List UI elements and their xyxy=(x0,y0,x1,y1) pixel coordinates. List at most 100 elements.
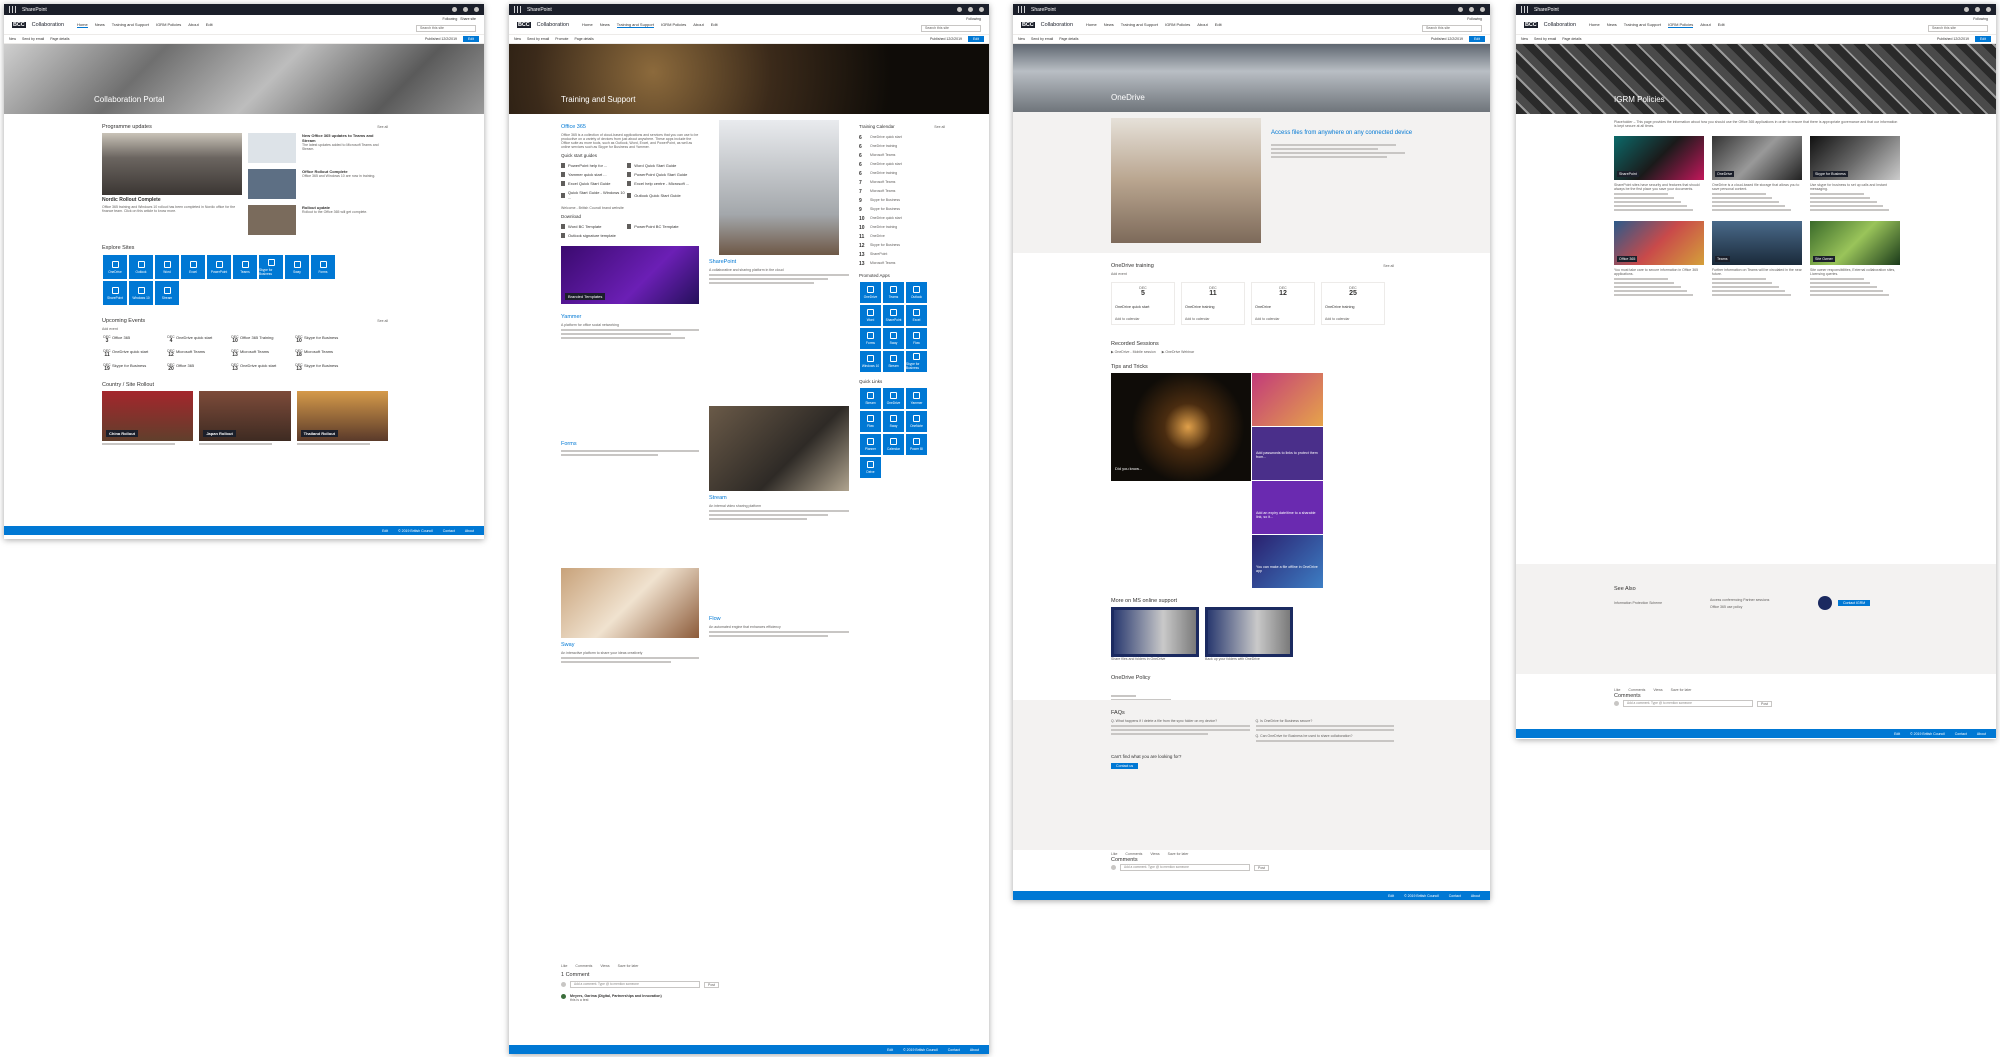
send-email-button[interactable]: Send by email xyxy=(527,37,549,41)
tile-onedrive[interactable]: OneDrive xyxy=(103,255,127,279)
event-item[interactable]: DEC 18 Microsoft Teams xyxy=(294,349,354,358)
edit-button[interactable]: Edit xyxy=(1468,36,1485,42)
doc-link[interactable]: Excel help centre - Microsoft ... xyxy=(627,181,693,186)
page-details-button[interactable]: Page details xyxy=(1562,37,1581,41)
footer-about[interactable]: About xyxy=(465,529,474,533)
contact-us-button[interactable]: Contact us xyxy=(1111,763,1139,769)
tile-word[interactable]: Word xyxy=(155,255,179,279)
faq-question[interactable]: Q. What happens if I delete a file from … xyxy=(1111,719,1250,723)
policy-card[interactable]: Office 365 You must take care to secure i… xyxy=(1614,221,1704,298)
avatar[interactable] xyxy=(474,7,479,12)
app-tile[interactable]: Outlook xyxy=(906,282,927,303)
app-tile[interactable]: Delve xyxy=(860,457,881,478)
comment-input[interactable]: Add a comment. Type @ to mention someone xyxy=(1623,700,1753,707)
app-tile[interactable]: Sway xyxy=(883,411,904,432)
tile-skype[interactable]: Skype for Business xyxy=(259,255,283,279)
app-tile[interactable]: Word xyxy=(860,305,881,326)
avatar[interactable] xyxy=(1986,7,1991,12)
app-tile[interactable]: Windows 10 xyxy=(860,351,881,372)
app-launcher-icon[interactable] xyxy=(1018,6,1025,13)
faq-question[interactable]: Q. Is OneDrive for Business secure? xyxy=(1256,719,1395,723)
footer-about[interactable]: About xyxy=(1977,732,1986,736)
add-event-button[interactable]: Add event xyxy=(1111,272,1394,276)
calendar-item[interactable]: 7 Microsoft Teams xyxy=(859,180,945,186)
download-link[interactable]: Outlook signature template xyxy=(561,233,627,238)
calendar-item[interactable]: 6 Microsoft Teams xyxy=(859,153,945,159)
nav-edit[interactable]: Edit xyxy=(711,22,718,28)
app-tile[interactable]: OneNote xyxy=(906,411,927,432)
tile-excel[interactable]: Excel xyxy=(181,255,205,279)
branded-templates-banner[interactable]: Branded Templates xyxy=(561,246,699,304)
event-item[interactable]: DEC 13 Skype for Business xyxy=(294,363,354,372)
calendar-item[interactable]: 10 OneDrive training xyxy=(859,225,945,231)
calendar-item[interactable]: 11 OneDrive xyxy=(859,234,945,240)
app-tile[interactable]: Yammer xyxy=(906,388,927,409)
settings-icon[interactable] xyxy=(1964,7,1969,12)
event-item[interactable]: DEC 13 OneDrive quick start xyxy=(230,363,290,372)
add-to-calendar-link[interactable]: Add to calendar xyxy=(1115,317,1171,321)
news-item[interactable]: New Office 365 updates to Teams and Stre… xyxy=(248,133,388,163)
help-icon[interactable] xyxy=(463,7,468,12)
training-event-card[interactable]: DEC 12 OneDrive Add to calendar xyxy=(1251,282,1315,325)
app-tile[interactable]: Stream xyxy=(860,388,881,409)
download-link[interactable]: Word BC Template xyxy=(561,224,627,229)
edit-button[interactable]: Edit xyxy=(462,36,479,42)
footer-contact[interactable]: Contact xyxy=(1955,732,1967,736)
nav-training[interactable]: Training and Support xyxy=(1121,22,1158,27)
edit-button[interactable]: Edit xyxy=(1974,36,1991,42)
nav-edit[interactable]: Edit xyxy=(1215,22,1222,27)
doc-link[interactable]: Outlook Quick Start Guide xyxy=(627,192,693,198)
tip-card[interactable]: You can make a file offline in OneDrive … xyxy=(1252,535,1324,588)
footer-about[interactable]: About xyxy=(970,1048,979,1052)
faq-question[interactable]: Q. Can OneDrive for Business be used to … xyxy=(1256,734,1395,738)
nav-home[interactable]: Home xyxy=(77,22,88,28)
help-icon[interactable] xyxy=(1975,7,1980,12)
settings-icon[interactable] xyxy=(452,7,457,12)
site-title[interactable]: Collaboration xyxy=(1041,22,1073,28)
share-site-button[interactable]: Share site xyxy=(460,17,476,21)
tile-forms[interactable]: Forms xyxy=(311,255,335,279)
app-launcher-icon[interactable] xyxy=(9,6,16,13)
send-email-button[interactable]: Send by email xyxy=(22,37,44,41)
site-title[interactable]: Collaboration xyxy=(32,22,64,28)
event-item[interactable]: DEC 13 Microsoft Teams xyxy=(230,349,290,358)
nav-igrm[interactable]: IGRM Policies xyxy=(661,22,686,28)
see-also-link[interactable]: Information Protection Scheme xyxy=(1614,601,1704,605)
following-button[interactable]: Following xyxy=(1973,17,1988,21)
policy-card[interactable]: Site Owner Site owner responsibilities, E… xyxy=(1810,221,1900,298)
training-event-card[interactable]: DEC 11 OneDrive training Add to calendar xyxy=(1181,282,1245,325)
site-logo[interactable]: BCC xyxy=(1021,21,1036,28)
calendar-item[interactable]: 6 OneDrive training xyxy=(859,171,945,177)
policy-card[interactable]: OneDrive OneDrive is a cloud-based file s… xyxy=(1712,136,1802,213)
session-link[interactable]: ▶ OneDrive - Mobile session xyxy=(1111,350,1156,354)
rollout-card[interactable]: Thailand Rollout xyxy=(296,391,388,447)
comment-input[interactable]: Add a comment. Type @ to mention someone xyxy=(570,981,700,988)
page-details-button[interactable]: Page details xyxy=(574,37,593,41)
tip-card[interactable] xyxy=(1252,373,1324,426)
calendar-item[interactable]: 13 SharePoint xyxy=(859,252,945,258)
app-tile[interactable]: Excel xyxy=(906,305,927,326)
post-button[interactable]: Post xyxy=(704,981,720,988)
nav-about[interactable]: About xyxy=(188,22,198,28)
page-details-button[interactable]: Page details xyxy=(50,37,69,41)
doc-link[interactable]: Excel Quick Start Guide xyxy=(561,181,627,186)
news-item[interactable]: Rollout update Rollout to the Office 365 … xyxy=(248,205,388,235)
nav-igrm[interactable]: IGRM Policies xyxy=(156,22,181,28)
nav-edit[interactable]: Edit xyxy=(206,22,213,28)
app-tile[interactable]: Forms xyxy=(860,328,881,349)
event-item[interactable]: DEC 11 OneDrive quick start xyxy=(102,349,162,358)
footer-edit[interactable]: Edit xyxy=(1388,894,1394,898)
footer-edit[interactable]: Edit xyxy=(382,529,388,533)
policy-card[interactable]: SharePoint SharePoint sites have security… xyxy=(1614,136,1704,213)
search-input[interactable]: Search this site xyxy=(1928,25,1988,32)
see-also-link[interactable]: Office 365 use policy xyxy=(1710,605,1800,609)
post-button[interactable]: Post xyxy=(1254,864,1270,871)
app-tile[interactable]: Calendar xyxy=(883,434,904,455)
download-link[interactable]: PowerPoint BC Template xyxy=(627,224,693,229)
add-to-calendar-link[interactable]: Add to calendar xyxy=(1185,317,1241,321)
tile-outlook[interactable]: Outlook xyxy=(129,255,153,279)
event-item[interactable]: DEC 12 Microsoft Teams xyxy=(166,349,226,358)
like-button[interactable]: Like xyxy=(1111,852,1117,856)
session-link[interactable]: ▶ OneDrive Webinar xyxy=(1162,350,1194,354)
main-news-card[interactable]: Nordic Rollout Complete Office 365 train… xyxy=(102,133,242,235)
